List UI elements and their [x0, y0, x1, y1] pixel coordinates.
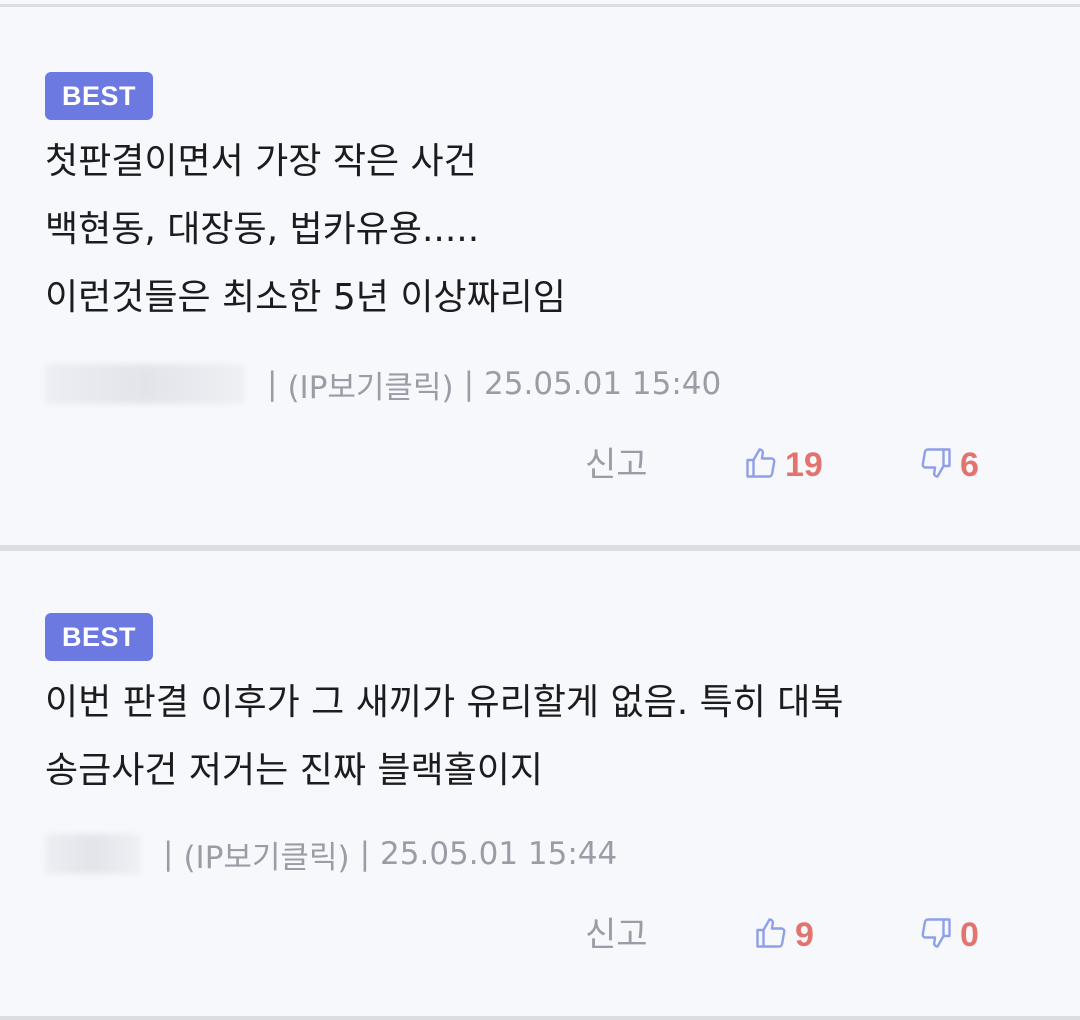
author-name-blurred	[45, 834, 141, 874]
comment-meta: | (IP보기클릭) | 25.05.01 15:44	[45, 832, 618, 877]
comment-meta: | (IP보기클릭) | 25.05.01 15:40	[45, 362, 722, 407]
timestamp: 25.05.01 15:40	[484, 366, 722, 402]
comment-text: 이번 판결 이후가 그 새끼가 유리할게 없음. 특히 대북 송금사건 저거는 …	[45, 669, 1045, 805]
separator: |	[463, 366, 475, 402]
dislike-count: 0	[960, 915, 979, 954]
separator: |	[359, 836, 371, 872]
report-button[interactable]: 신고	[585, 441, 648, 489]
comment-item: BEST 이번 판결 이후가 그 새끼가 유리할게 없음. 특히 대북 송금사건…	[0, 551, 1080, 1016]
separator: |	[267, 366, 278, 402]
like-count: 19	[785, 445, 823, 484]
like-button[interactable]: 19	[743, 441, 823, 489]
thumbs-up-icon	[753, 915, 795, 955]
ip-view-link[interactable]: (IP보기클릭)	[183, 832, 349, 877]
dislike-button[interactable]: 0	[918, 911, 979, 959]
thumbs-down-icon	[918, 445, 960, 485]
comment-line: 첫판결이면서 가장 작은 사건	[45, 141, 477, 182]
comment-line: 이런것들은 최소한 5년 이상짜리임	[45, 277, 566, 318]
comment-line: 백현동, 대장동, 법카유용.....	[45, 209, 480, 250]
report-button[interactable]: 신고	[585, 911, 648, 959]
like-count: 9	[795, 915, 814, 954]
comment-line: 송금사건 저거는 진짜 블랙홀이지	[45, 750, 544, 791]
thumbs-up-icon	[743, 445, 785, 485]
comment-item: BEST 첫판결이면서 가장 작은 사건 백현동, 대장동, 법카유용.....…	[0, 0, 1080, 547]
author-name-blurred	[45, 364, 245, 404]
bottom-divider	[0, 1016, 1080, 1020]
dislike-button[interactable]: 6	[918, 441, 979, 489]
separator: |	[163, 836, 174, 872]
dislike-count: 6	[960, 445, 979, 484]
comment-text: 첫판결이면서 가장 작은 사건 백현동, 대장동, 법카유용..... 이런것들…	[45, 128, 1045, 332]
best-badge: BEST	[45, 613, 153, 661]
like-button[interactable]: 9	[753, 911, 814, 959]
best-badge: BEST	[45, 72, 153, 120]
ip-view-link[interactable]: (IP보기클릭)	[287, 362, 453, 407]
comment-line: 이번 판결 이후가 그 새끼가 유리할게 없음. 특히 대북	[45, 682, 844, 723]
thumbs-down-icon	[918, 915, 960, 955]
comment-actions: 신고 9 0	[0, 911, 1080, 959]
timestamp: 25.05.01 15:44	[380, 836, 618, 872]
comment-actions: 신고 19 6	[0, 441, 1080, 489]
